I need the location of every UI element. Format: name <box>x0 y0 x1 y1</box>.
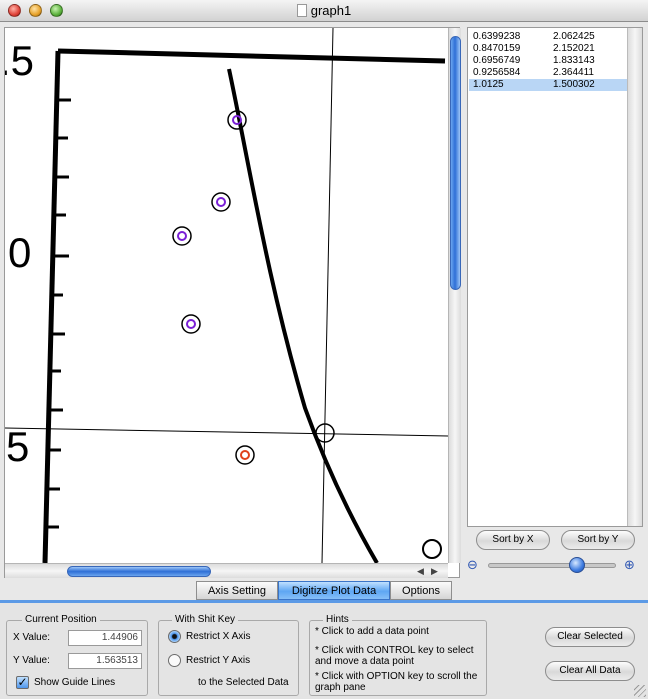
current-position-title: Current Position <box>22 614 100 625</box>
list-item-x: 0.6399238 <box>473 31 521 42</box>
restrict-x-radio[interactable] <box>168 630 181 643</box>
magnifier-plus-icon[interactable]: ⊕ <box>624 557 635 573</box>
graph-horizontal-scroll-thumb[interactable] <box>67 566 211 577</box>
hint-line: graph pane <box>315 682 366 693</box>
axis-label-middle: 0 <box>8 229 31 276</box>
clear-selected-button[interactable]: Clear Selected <box>545 627 635 647</box>
shift-key-title: With Shit Key <box>172 614 239 625</box>
hints-group: Hints * Click to add a data point * Clic… <box>309 614 487 696</box>
hint-line: * Click with CONTROL key to select <box>315 645 474 656</box>
window-title-wrap: graph1 <box>0 3 648 18</box>
zoom-slider-knob[interactable] <box>569 557 585 573</box>
show-guide-lines-label: Show Guide Lines <box>34 677 116 688</box>
y-value-field[interactable]: 1.563513 <box>68 653 142 669</box>
list-item-y: 1.833143 <box>553 55 595 66</box>
x-value-label: X Value: <box>13 632 51 643</box>
x-value-field[interactable]: 1.44906 <box>68 630 142 646</box>
list-item-x: 0.6956749 <box>473 55 521 66</box>
graph-vertical-scrollbar[interactable] <box>448 28 461 563</box>
tab-options[interactable]: Options <box>390 581 452 600</box>
scroll-left-arrow-icon[interactable]: ◀ <box>417 566 424 577</box>
list-item-x: 0.9256584 <box>473 67 521 78</box>
vertical-guide-line <box>321 28 334 563</box>
horizontal-guide-line <box>5 427 448 437</box>
graph-pane[interactable]: .5 0 5 <box>4 27 461 578</box>
list-item-y: 2.364411 <box>553 67 594 78</box>
data-points-list[interactable]: 0.6399238 2.062425 0.8470159 2.152021 0.… <box>467 27 643 527</box>
scanned-x-axis <box>57 48 446 64</box>
axis-label-bottom: 5 <box>6 423 29 470</box>
shift-key-group: With Shit Key Restrict X Axis Restrict Y… <box>158 614 299 696</box>
scanned-open-circle <box>422 539 442 559</box>
y-value-label: Y Value: <box>13 655 50 666</box>
list-item-selected[interactable]: 1.0125 1.500302 <box>469 79 627 91</box>
list-item-y: 2.062425 <box>553 31 595 42</box>
title-bar: graph1 <box>0 0 648 22</box>
restrict-x-label: Restrict X Axis <box>186 631 251 642</box>
list-item-y: 2.152021 <box>553 43 595 54</box>
list-item[interactable]: 0.8470159 2.152021 <box>469 43 627 55</box>
sort-by-y-button[interactable]: Sort by Y <box>561 530 635 550</box>
magnifier-minus-icon[interactable]: ⊖ <box>467 557 478 573</box>
list-item-y: 1.500302 <box>553 79 595 90</box>
scanned-y-axis <box>42 50 61 563</box>
sort-by-x-button[interactable]: Sort by X <box>476 530 550 550</box>
digitize-panel: Current Position X Value: 1.44906 Y Valu… <box>0 600 648 699</box>
data-marker[interactable] <box>172 226 192 246</box>
shift-key-suffix: to the Selected Data <box>198 677 289 688</box>
graph-vertical-scroll-thumb[interactable] <box>450 36 461 290</box>
zoom-slider-track[interactable] <box>488 563 616 568</box>
graph-horizontal-scrollbar[interactable]: ◀ ▶ <box>5 563 448 578</box>
show-guide-lines-checkbox[interactable]: ✓ <box>16 676 29 689</box>
tab-axis-setting[interactable]: Axis Setting <box>196 581 278 600</box>
list-item-x: 0.8470159 <box>473 43 521 54</box>
list-item-x: 1.0125 <box>473 79 504 90</box>
scroll-right-arrow-icon[interactable]: ▶ <box>431 566 438 577</box>
list-item[interactable]: 0.6956749 1.833143 <box>469 55 627 67</box>
current-position-group: Current Position X Value: 1.44906 Y Valu… <box>6 614 148 696</box>
restrict-y-label: Restrict Y Axis <box>186 655 251 666</box>
document-icon <box>296 4 307 17</box>
list-vertical-scrollbar[interactable] <box>627 28 642 526</box>
data-marker-selected[interactable] <box>235 445 255 465</box>
graph-canvas[interactable]: .5 0 5 <box>5 28 448 563</box>
resize-grip-icon[interactable] <box>634 685 646 697</box>
restrict-y-radio[interactable] <box>168 654 181 667</box>
hints-title: Hints <box>323 614 352 625</box>
data-marker[interactable] <box>181 314 201 334</box>
data-marker[interactable] <box>211 192 231 212</box>
axis-label-top: .5 <box>5 37 34 84</box>
hint-line: and move a data point <box>315 656 414 667</box>
window-title: graph1 <box>310 3 352 18</box>
tab-digitize-plot-data[interactable]: Digitize Plot Data <box>278 581 390 600</box>
hint-line: * Click to add a data point <box>315 626 429 637</box>
list-item[interactable]: 0.6399238 2.062425 <box>469 31 627 43</box>
clear-all-data-button[interactable]: Clear All Data <box>545 661 635 681</box>
list-item[interactable]: 0.9256584 2.364411 <box>469 67 627 79</box>
hint-line: * Click with OPTION key to scroll the <box>315 671 478 682</box>
scanned-curve <box>227 68 379 563</box>
